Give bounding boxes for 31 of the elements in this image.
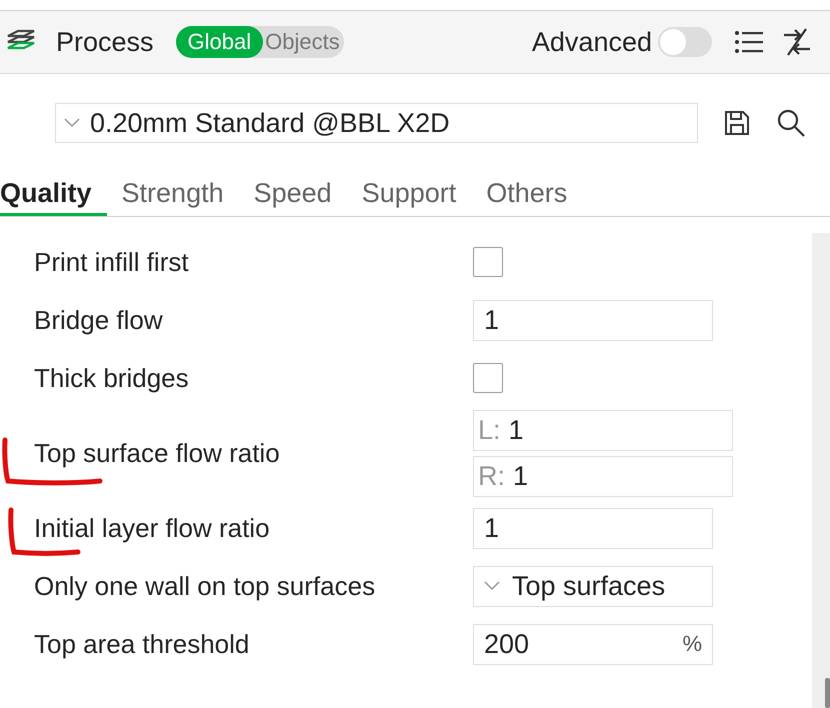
setting-label: Initial layer flow ratio	[34, 512, 271, 544]
input-field[interactable]: R: 1	[473, 456, 733, 496]
advanced-toggle[interactable]	[658, 27, 712, 57]
dropdown-field[interactable]: Top surfaces	[473, 566, 713, 606]
settings-tab[interactable]: Speed	[238, 174, 347, 216]
setting-label: Thick bridges	[34, 362, 190, 394]
setting-label: Only one wall on top surfaces	[34, 570, 376, 602]
setting-label: Top surface flow ratio	[34, 438, 281, 468]
panel-title: Process	[56, 26, 154, 58]
setting-label: Bridge flow	[34, 304, 164, 336]
list-icon[interactable]	[734, 30, 764, 54]
compare-icon[interactable]	[782, 27, 812, 57]
settings-tab[interactable]: Support	[346, 174, 472, 216]
input-field[interactable]: L: 1	[473, 410, 733, 450]
settings-tab[interactable]: Others	[471, 174, 582, 216]
input-field[interactable]: 1	[473, 300, 713, 340]
setting-label: Print infill first	[34, 246, 190, 278]
scrollbar-thumb[interactable]	[825, 678, 830, 708]
checkbox[interactable]	[473, 247, 503, 277]
settings-tab[interactable]: Strength	[106, 174, 239, 216]
chevron-icon	[484, 581, 500, 591]
input-field[interactable]: 1	[473, 508, 713, 548]
input-field[interactable]: 200 %	[473, 624, 713, 664]
preset-dropdown[interactable]: 0.20mm Standard @BBL X2D	[55, 103, 698, 143]
chevron-icon	[64, 118, 80, 128]
save-icon[interactable]	[724, 110, 750, 136]
advanced-label: Advanced	[532, 26, 652, 58]
setting-label: Top area threshold	[34, 628, 250, 660]
search-icon[interactable]	[776, 108, 806, 138]
settings-tab[interactable]: Quality	[0, 174, 107, 216]
checkbox[interactable]	[473, 363, 503, 393]
